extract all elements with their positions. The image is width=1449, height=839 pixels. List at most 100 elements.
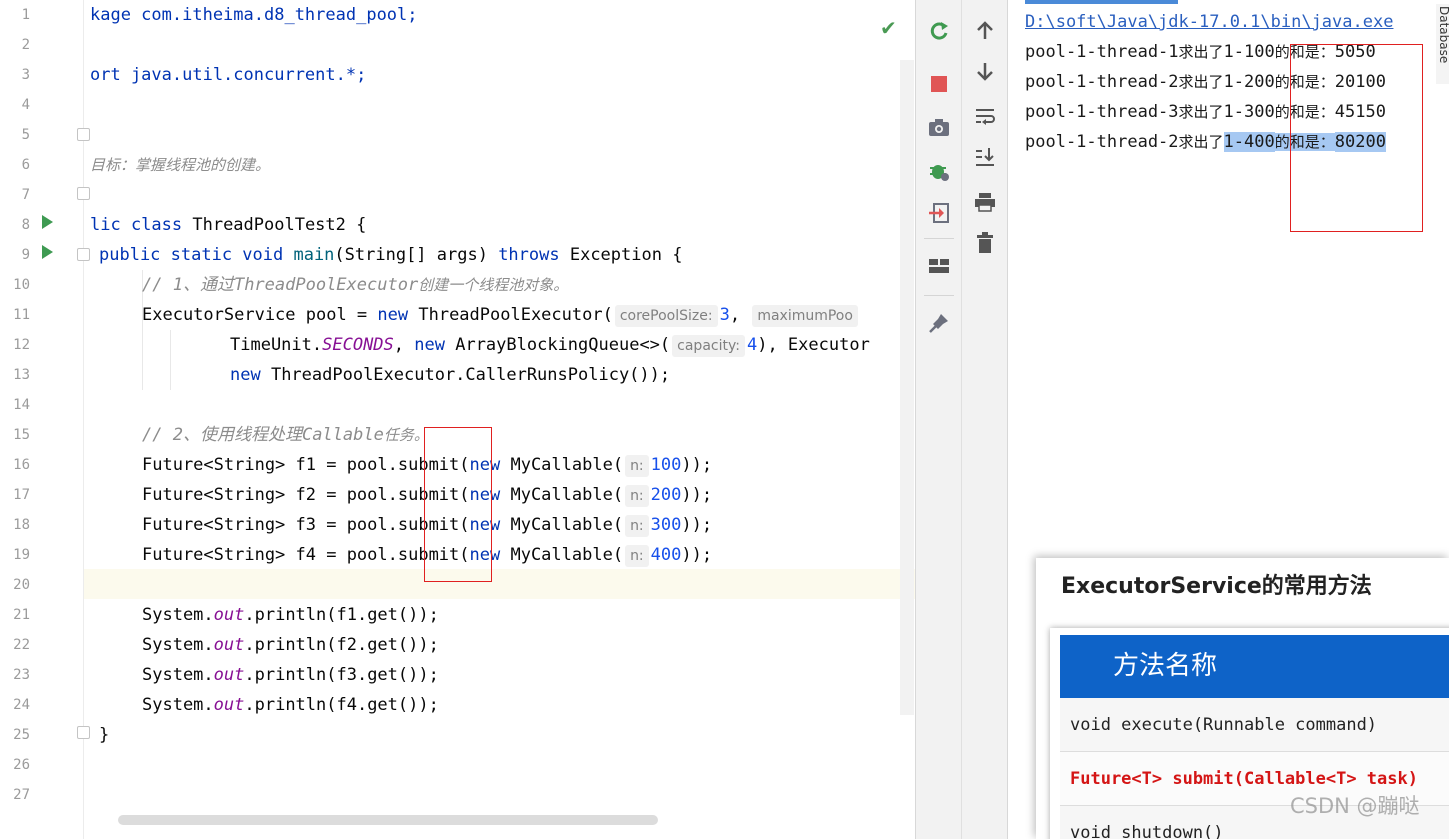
code-comment: 任务。 [383, 426, 429, 444]
output-range: 1-200 [1223, 72, 1275, 92]
code-keyword: lic class [90, 215, 183, 235]
code-text: ThreadPoolTest2 { [182, 215, 367, 235]
code-text: ), Executor [757, 335, 870, 355]
java-command-link[interactable]: D:\soft\Java\jdk-17.0.1\bin\java.exe [1025, 12, 1393, 32]
code-text: Exception { [559, 245, 683, 265]
fold-marker-icon[interactable] [77, 187, 90, 200]
code-comment: // 2、使用线程处理 [142, 425, 302, 445]
code-number: 200 [650, 485, 682, 505]
code-text: System. [142, 605, 214, 625]
code-keyword: new [377, 305, 409, 325]
arrow-up-icon[interactable] [962, 20, 1007, 44]
code-text: MyCallable( [500, 485, 624, 505]
annotation-box [1290, 44, 1423, 232]
horizontal-scrollbar[interactable] [118, 815, 658, 825]
output-range: 1-300 [1223, 102, 1275, 122]
code-text: MyCallable( [500, 545, 624, 565]
fold-marker-icon[interactable] [77, 726, 90, 739]
console-tab-indicator [1025, 0, 1178, 4]
rerun-icon[interactable] [916, 20, 961, 44]
code-area[interactable]: kage com.itheima.d8_thread_pool; ort jav… [90, 0, 915, 839]
output-text: 求出了 [1178, 103, 1224, 121]
code-number: 400 [650, 545, 682, 565]
stop-icon[interactable] [916, 74, 961, 98]
code-text: ThreadPoolExecutor.CallerRunsPolicy()); [260, 365, 671, 385]
toolbar-separator [924, 295, 954, 296]
param-hint: n: [625, 545, 649, 567]
code-static-field: out [213, 635, 245, 655]
print-line: System.out.println(f3.get()); [142, 660, 439, 690]
print-line: System.out.println(f4.get()); [142, 690, 439, 720]
run-main-icon[interactable] [42, 245, 53, 259]
arrow-down-icon[interactable] [962, 62, 1007, 86]
fold-marker-icon[interactable] [77, 128, 90, 141]
line-number: 12 [13, 337, 30, 353]
code-static-field: SECONDS [322, 335, 394, 355]
code-comment: Callable [301, 425, 384, 445]
code-text: Future<String> f1 = pool.submit( [142, 455, 470, 475]
line-number: 11 [13, 307, 30, 323]
code-text: ThreadPoolExecutor( [408, 305, 613, 325]
line-number: 26 [13, 757, 30, 773]
code-text: System. [142, 665, 214, 685]
code-static-field: out [213, 665, 245, 685]
output-range: 1-100 [1223, 42, 1275, 62]
line-number: 8 [21, 217, 30, 233]
code-text: , [393, 335, 415, 355]
code-text: )); [681, 545, 713, 565]
scroll-to-end-icon[interactable] [962, 146, 1007, 170]
camera-icon[interactable] [916, 117, 961, 141]
database-side-tab[interactable]: Database [1436, 4, 1449, 84]
code-text: ArrayBlockingQueue<>( [444, 335, 671, 355]
code-text: )); [681, 485, 713, 505]
code-text: .println(f2.get()); [244, 635, 439, 655]
code-editor[interactable]: 1 2 3 4 5 6 7 8 9 10 11 12 13 14 15 16 1… [0, 0, 915, 839]
toolbar-separator [924, 238, 954, 239]
run-class-icon[interactable] [42, 215, 53, 229]
code-text: .println(f4.get()); [244, 695, 439, 715]
code-text: )); [681, 515, 713, 535]
line-number: 5 [21, 127, 30, 143]
editor-gutter: 1 2 3 4 5 6 7 8 9 10 11 12 13 14 15 16 1… [0, 0, 90, 839]
fold-marker-icon[interactable] [77, 248, 90, 261]
code-text: System. [142, 635, 214, 655]
code-text: MyCallable( [500, 515, 624, 535]
layout-icon[interactable] [916, 256, 961, 280]
table-header: 方法名称 [1060, 635, 1449, 698]
inspection-ok-icon[interactable]: ✔ [880, 16, 897, 40]
thread-name: pool-1-thread-1 [1025, 42, 1179, 62]
code-text: , [729, 305, 741, 325]
line-number: 27 [13, 787, 30, 803]
trash-icon[interactable] [962, 232, 1007, 256]
run-toolbar-left [915, 0, 961, 839]
code-text: Future<String> f3 = pool.submit( [142, 515, 470, 535]
soft-wrap-icon[interactable] [962, 106, 1007, 130]
line-number: 2 [21, 37, 30, 53]
debug-bug-icon[interactable] [916, 160, 961, 184]
exit-icon[interactable] [916, 202, 961, 226]
print-icon[interactable] [962, 192, 1007, 216]
table-row: void execute(Runnable command) [1060, 698, 1449, 752]
line-number: 24 [13, 697, 30, 713]
pin-icon[interactable] [916, 312, 961, 336]
line-number: 18 [13, 517, 30, 533]
code-text: TimeUnit. [230, 335, 323, 355]
line-number: 3 [21, 67, 30, 83]
csdn-watermark: CSDN @蹦哒 [1290, 794, 1420, 818]
code-number: 4 [746, 335, 758, 355]
run-toolbar-right [961, 0, 1008, 839]
vertical-scrollbar[interactable] [900, 60, 914, 715]
code-text: Future<String> f4 = pool.submit( [142, 545, 470, 565]
code-keyword: new [414, 335, 445, 355]
line-number: 4 [21, 97, 30, 113]
line-number: 1 [21, 7, 30, 23]
param-hint: n: [625, 515, 649, 537]
code-comment: // 1、通过 [142, 275, 234, 295]
annotation-box [424, 427, 492, 582]
code-text: } [99, 725, 110, 745]
code-keyword: public static void [99, 245, 284, 265]
code-keyword: throws [498, 245, 560, 265]
param-hint: maximumPoo [752, 305, 858, 327]
code-text: (String[] args) [334, 245, 499, 265]
line-number: 22 [13, 637, 30, 653]
